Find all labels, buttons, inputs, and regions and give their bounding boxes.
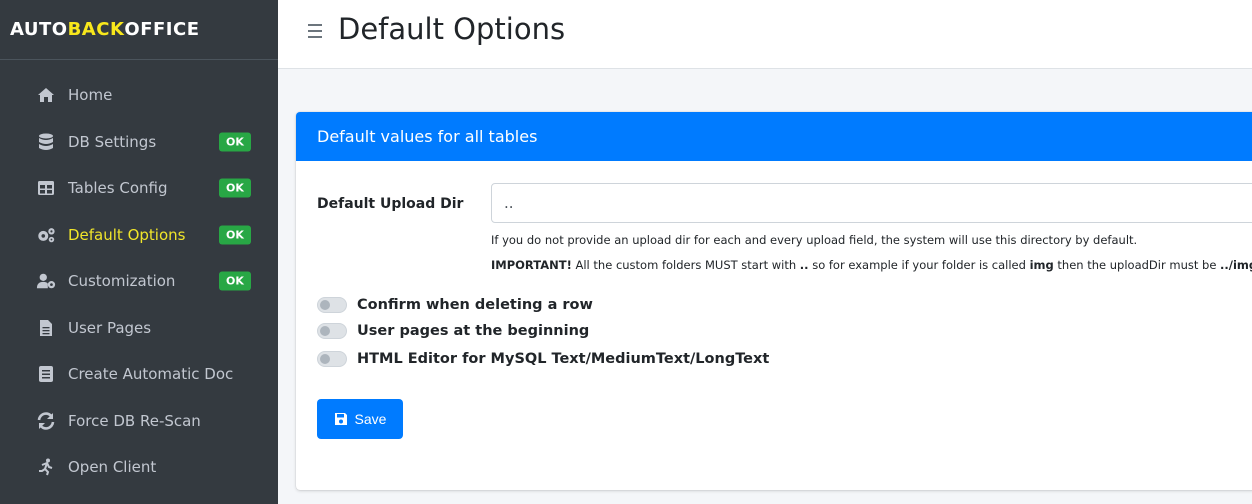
sidebar-item-tables-config[interactable]: Tables Config OK xyxy=(0,165,278,212)
sidebar-item-label: Force DB Re-Scan xyxy=(68,411,201,430)
sidebar-nav: Home DB Settings OK Tables Config OK Def… xyxy=(0,72,278,491)
note-bold-img: img xyxy=(1029,258,1054,272)
menu-toggle-icon[interactable] xyxy=(308,24,324,42)
sidebar-item-label: Create Automatic Doc xyxy=(68,365,234,384)
upload-dir-important-note: IMPORTANT! All the custom folders MUST s… xyxy=(491,258,1252,272)
brand-part-o: O xyxy=(124,19,141,40)
brand-part-auto: AUTO xyxy=(10,19,68,40)
brand-logo[interactable]: AUTO BACK O FFICE xyxy=(0,0,278,60)
sidebar-item-user-pages[interactable]: User Pages xyxy=(0,305,278,352)
user-cog-icon xyxy=(36,271,56,291)
note-text-3: then the uploadDir must be xyxy=(1053,258,1221,272)
toggle-label: Confirm when deleting a row xyxy=(357,297,593,313)
note-bold-path: ../img xyxy=(1220,258,1252,272)
sidebar-item-label: Open Client xyxy=(68,458,157,477)
save-icon xyxy=(334,412,348,426)
toggle-row-user-pages-first[interactable]: User pages at the beginning xyxy=(317,323,589,339)
brand-part-ffice: FFICE xyxy=(140,19,200,40)
status-badge: OK xyxy=(219,132,251,152)
sidebar-item-home[interactable]: Home xyxy=(0,72,278,119)
save-button[interactable]: Save xyxy=(317,399,403,439)
home-icon xyxy=(36,85,56,105)
sync-icon xyxy=(36,411,56,431)
document-icon xyxy=(36,364,56,384)
sidebar-item-db-settings[interactable]: DB Settings OK xyxy=(0,119,278,166)
toggle-label: User pages at the beginning xyxy=(357,323,590,339)
sidebar-item-default-options[interactable]: Default Options OK xyxy=(0,212,278,259)
toggle-row-html-editor[interactable]: HTML Editor for MySQL Text/MediumText/Lo… xyxy=(317,351,769,367)
toggle-row-confirm-delete[interactable]: Confirm when deleting a row xyxy=(317,297,593,313)
upload-dir-input[interactable] xyxy=(491,183,1252,223)
running-icon xyxy=(36,457,56,477)
note-text-1: All the custom folders MUST start with xyxy=(571,258,800,272)
sidebar-item-label: Default Options xyxy=(68,225,186,244)
sidebar-item-open-client[interactable]: Open Client xyxy=(0,444,278,491)
status-badge: OK xyxy=(219,178,251,198)
page-title: Default Options xyxy=(338,12,566,46)
sidebar-item-label: User Pages xyxy=(68,318,152,337)
sidebar-item-label: DB Settings xyxy=(68,132,157,151)
sidebar-item-force-rescan[interactable]: Force DB Re-Scan xyxy=(0,398,278,445)
important-label: IMPORTANT! xyxy=(491,258,572,272)
table-icon xyxy=(36,178,56,198)
html-editor-switch[interactable] xyxy=(317,351,347,367)
card-title: Default values for all tables xyxy=(296,112,1252,161)
note-bold-dots: .. xyxy=(799,258,809,272)
sidebar-item-label: Home xyxy=(68,86,113,105)
confirm-delete-switch[interactable] xyxy=(317,297,347,313)
database-icon xyxy=(36,132,56,152)
upload-dir-help: If you do not provide an upload dir for … xyxy=(491,233,1138,247)
cogs-icon xyxy=(36,225,56,245)
user-pages-first-switch[interactable] xyxy=(317,323,347,339)
default-options-card: Default values for all tables Default Up… xyxy=(296,112,1252,490)
sidebar-item-label: Customization xyxy=(68,272,176,291)
sidebar-item-customization[interactable]: Customization OK xyxy=(0,258,278,305)
file-icon xyxy=(36,318,56,338)
upload-dir-label: Default Upload Dir xyxy=(317,196,464,212)
top-header: Default Options xyxy=(278,0,1252,69)
note-text-2: so for example if your folder is called xyxy=(808,258,1030,272)
sidebar-item-create-doc[interactable]: Create Automatic Doc xyxy=(0,351,278,398)
sidebar-item-label: Tables Config xyxy=(68,179,168,198)
toggle-label: HTML Editor for MySQL Text/MediumText/Lo… xyxy=(357,351,770,367)
status-badge: OK xyxy=(219,225,251,245)
status-badge: OK xyxy=(219,271,251,291)
save-label: Save xyxy=(354,411,387,427)
brand-part-back: BACK xyxy=(67,19,125,40)
sidebar: AUTO BACK O FFICE Home DB Settings OK Table… xyxy=(0,0,278,504)
